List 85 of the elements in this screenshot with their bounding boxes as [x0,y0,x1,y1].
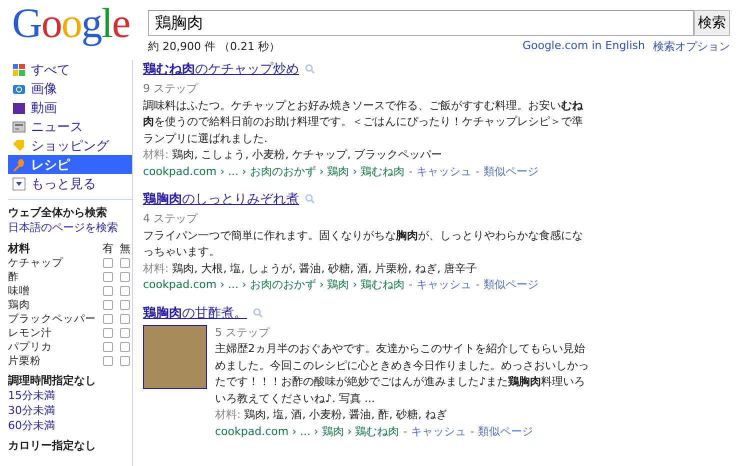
sidebar-link[interactable]: 日本語のページを検索 [8,220,132,235]
separator: - [470,424,474,438]
nav-item[interactable]: 画像 [8,79,132,98]
column-heading: 無 [118,242,132,256]
separator: - [408,278,413,291]
result-snippet: フライパン一つで簡単に作れます。固くなりがちな胸肉が、しっとりやわらかな食感になっちゃいます。 [143,228,584,260]
result-url: cookpad.com › ... › お肉のおかず › 鶏肉 › 鶏むね肉 [143,164,405,178]
include-checkbox[interactable] [103,258,113,268]
nav-item[interactable]: 動画 [8,98,132,117]
step-count: 5 ステップ [215,324,271,340]
include-checkbox[interactable] [103,328,113,338]
tag-icon [12,138,26,152]
section-heading: 材料 [8,241,30,256]
cache-link[interactable]: キャッシュ [411,424,466,438]
ingredients-label: 材料: [143,262,169,274]
ingredients-list: 鶏肉, 塩, 酒, 小麦粉, 醤油, 酢, 砂糖, ねぎ [244,408,448,421]
ingredients-label: 材料: [215,408,241,421]
ingredient-label: パプリカ [8,340,52,354]
ingredient-label: ブラックペッパー [8,312,96,326]
result-snippet: 調味料はふたつ。ケチャップとお好み焼きソースで作る、ご飯がすすむ料理。お安いむね肉を使うので給料日前のお助け料理です。＜ごはんにぴったり！ケチャップレシピ＞で準ランプリに選ばれました. [143,98,584,146]
separator: - [408,164,413,178]
exclude-checkbox[interactable] [120,286,130,296]
newspaper-icon [12,120,26,134]
result-url: cookpad.com › ... › お肉のおかず › 鶏肉 › 鶏むね肉 [143,278,405,291]
cache-link[interactable]: キャッシュ [416,278,472,291]
separator: - [476,278,480,291]
ingredient-label: ケチャップ [8,256,63,270]
header-link[interactable]: Google.com in English [522,39,645,54]
include-checkbox[interactable] [103,356,113,366]
nav-item[interactable]: ショッピング [8,136,132,155]
ingredients-list: 鶏肉, 大根, 塩, しょうが, 醤油, 砂糖, 酒, 片栗粉, ねぎ, 唐辛子 [172,262,478,274]
cache-link[interactable]: キャッシュ [416,164,472,178]
colored-squares-icon [12,62,26,76]
step-count: 9 ステップ [143,81,199,97]
nav-item[interactable]: すべて [8,60,132,79]
similar-pages-link[interactable]: 類似ページ [484,164,539,178]
ingredient-label: レモン汁 [8,326,52,340]
exclude-checkbox[interactable] [120,328,130,338]
include-checkbox[interactable] [103,286,113,296]
dropdown-icon [12,176,26,190]
magnifier-icon[interactable] [305,64,315,74]
result-snippet: 主婦歴2ヵ月半のおぐあやです。友達からこのサイトを紹介してもらい見始めました。今回このレシピに心ときめき今日作りました。めっさおいしかったです！！！お酢の酸味が絶妙でごはんが進みました♪また鶏胸肉料理いろいろ教えてくださいね♪. 写真 ... [215,341,590,406]
magnifier-icon[interactable] [253,308,263,318]
exclude-checkbox[interactable] [120,272,130,282]
result-url: cookpad.com › ... › 鶏肉 › 鶏むね肉 [215,424,400,438]
similar-pages-link[interactable]: 類似ページ [478,424,534,438]
column-heading: 有 [102,242,114,256]
magnifier-icon[interactable] [305,194,315,204]
result-title-link[interactable]: 鶏胸肉の甘酢煮。 [143,304,247,322]
separator: - [476,164,480,178]
ingredient-label: 片栗粉 [8,354,41,368]
section-heading: ウェブ全体から検索 [8,205,108,220]
similar-pages-link[interactable]: 類似ページ [484,278,539,291]
logo[interactable]: Google [12,4,142,44]
step-count: 4 ステップ [143,211,199,227]
header-link[interactable]: 検索オプション [653,39,730,54]
include-checkbox[interactable] [103,314,113,324]
ingredient-label: 味噌 [8,284,30,298]
spoon-icon [12,158,26,172]
nav-item[interactable]: ニュース [8,117,132,136]
time-filter-link[interactable]: 30分未満 [8,403,132,418]
include-checkbox[interactable] [103,272,113,282]
exclude-checkbox[interactable] [120,258,130,268]
time-filter-link[interactable]: 15分未満 [8,388,132,403]
result-title-link[interactable]: 鶏胸肉のしっとりみぞれ煮 [143,190,299,208]
nav-item[interactable]: もっと見る [8,174,132,193]
nav-item[interactable]: レシピ [8,155,132,174]
exclude-checkbox[interactable] [120,314,130,324]
ingredients-label: 材料: [143,148,169,161]
search-button[interactable]: 検索 [694,10,730,36]
exclude-checkbox[interactable] [120,356,130,366]
ingredient-label: 鶏肉 [8,298,30,312]
exclude-checkbox[interactable] [120,342,130,352]
exclude-checkbox[interactable] [120,300,130,310]
photo-placeholder[interactable] [143,324,207,388]
result-stats: 約 20,900 件 （0.21 秒） [148,39,280,54]
time-filter-link[interactable]: 60分未満 [8,418,132,433]
search-field[interactable]: 鶏胸肉 [148,10,694,36]
ingredient-label: 酢 [8,270,19,284]
ingredients-list: 鶏肉, こしょう, 小麦粉, ケチャップ, ブラックペッパー [172,148,442,161]
include-checkbox[interactable] [103,342,113,352]
include-checkbox[interactable] [103,300,113,310]
separator: - [403,424,408,438]
section-heading: 調理時間指定なし [8,373,97,388]
section-heading: カロリー指定なし [8,438,97,453]
